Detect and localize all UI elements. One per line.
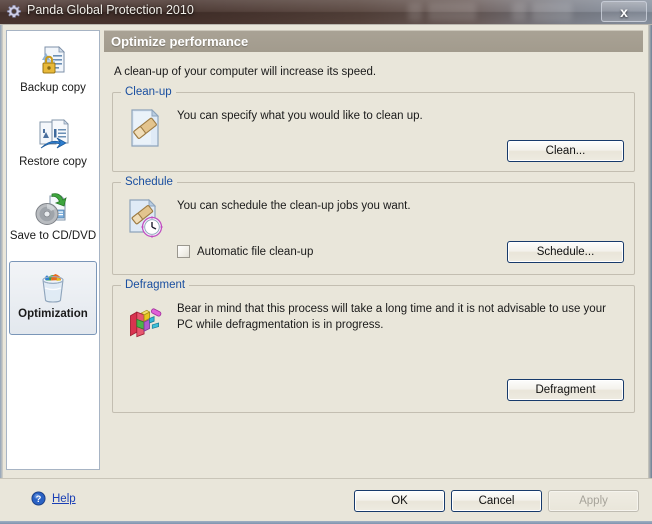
ok-button-label: OK xyxy=(391,495,408,507)
close-icon: x xyxy=(620,3,628,20)
clean-button-label: Clean... xyxy=(545,145,586,157)
save-cd-dvd-icon xyxy=(35,193,67,225)
sidebar-item-label: Optimization xyxy=(18,308,88,320)
titlebar-glass-reflection xyxy=(532,3,572,21)
help-question-icon: ? xyxy=(31,491,46,506)
sidebar-item-label: Save to CD/DVD xyxy=(9,230,97,242)
sidebar-item-label: Backup copy xyxy=(20,82,86,94)
svg-text:?: ? xyxy=(36,494,42,504)
titlebar-glass-reflection xyxy=(408,3,422,21)
sidebar-item-backup-copy[interactable]: Backup copy xyxy=(7,35,99,109)
backup-copy-icon xyxy=(42,46,65,74)
automatic-cleanup-checkbox[interactable] xyxy=(177,245,190,258)
defragment-blocks-icon xyxy=(130,308,162,338)
cleanup-group: Clean-up You can specify what you would … xyxy=(112,86,635,172)
schedule-group-text: You can schedule the clean-up jobs you w… xyxy=(177,200,411,212)
sidebar-item-save-to-cd-dvd[interactable]: Save to CD/DVD xyxy=(7,183,99,257)
defragment-group: Defragment Bear in mind that this proces… xyxy=(112,279,635,413)
gear-icon xyxy=(6,4,22,18)
sidebar-item-restore-copy[interactable]: Restore copy xyxy=(7,109,99,183)
close-button[interactable]: x xyxy=(601,1,647,22)
schedule-group: Schedule You can schedule the clean-up j… xyxy=(112,176,635,275)
titlebar-glass-reflection xyxy=(428,3,476,21)
help-link[interactable]: ? Help xyxy=(31,491,76,506)
window-title: Panda Global Protection 2010 xyxy=(27,3,194,17)
cleanup-page-eraser-icon xyxy=(131,108,160,147)
navigation-sidebar: Backup copy Restore copy Save to CD/DVD … xyxy=(6,30,100,470)
dialog-footer: ? Help OK Cancel Apply xyxy=(0,479,652,524)
help-label: Help xyxy=(52,492,76,505)
schedule-button-label: Schedule... xyxy=(536,246,595,258)
apply-button: Apply xyxy=(548,490,639,512)
titlebar-glass-reflection xyxy=(512,3,526,21)
ok-button[interactable]: OK xyxy=(354,490,445,512)
defragment-button[interactable]: Defragment xyxy=(507,379,624,401)
cancel-button-label: Cancel xyxy=(478,495,515,507)
cleanup-group-text: You can specify what you would like to c… xyxy=(177,110,423,122)
defragment-group-legend: Defragment xyxy=(121,279,190,291)
restore-copy-icon xyxy=(39,119,69,149)
main-content-panel: Optimize performance A clean-up of your … xyxy=(104,30,646,470)
window-border-left xyxy=(0,25,3,524)
schedule-group-legend: Schedule xyxy=(121,176,177,188)
apply-button-label: Apply xyxy=(579,495,608,507)
defragment-group-text: Bear in mind that this process will take… xyxy=(177,303,606,331)
window-border-right xyxy=(648,25,652,524)
page-description: A clean-up of your computer will increas… xyxy=(114,66,377,78)
optimization-icon xyxy=(42,274,64,303)
clean-button[interactable]: Clean... xyxy=(507,140,624,162)
page-header: Optimize performance xyxy=(104,30,643,52)
application-window: Panda Global Protection 2010 x Backup co… xyxy=(0,0,652,524)
sidebar-item-label: Restore copy xyxy=(19,156,87,168)
cleanup-group-legend: Clean-up xyxy=(121,86,176,98)
automatic-cleanup-label: Automatic file clean-up xyxy=(197,245,314,258)
title-bar[interactable]: Panda Global Protection 2010 x xyxy=(0,0,652,25)
defragment-button-label: Defragment xyxy=(535,384,596,396)
cancel-button[interactable]: Cancel xyxy=(451,490,542,512)
schedule-button[interactable]: Schedule... xyxy=(507,241,624,263)
schedule-clock-icon xyxy=(129,198,163,238)
page-title: Optimize performance xyxy=(111,34,249,49)
automatic-cleanup-checkbox-row[interactable]: Automatic file clean-up xyxy=(177,245,313,258)
sidebar-item-optimization[interactable]: Optimization xyxy=(9,261,97,335)
